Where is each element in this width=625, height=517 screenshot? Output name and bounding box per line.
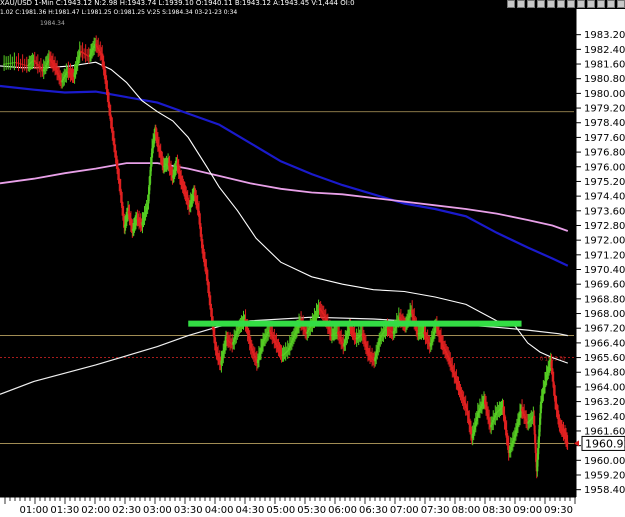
price-tick-label: 1981.60 [584, 60, 625, 71]
price-tick-label: 1973.60 [584, 206, 625, 217]
price-body [566, 442, 569, 444]
indicator-icon[interactable] [557, 0, 565, 8]
time-tick-label: 09:30 [544, 505, 573, 516]
price-body [36, 64, 39, 66]
time-tick-label: 05:00 [266, 505, 295, 516]
time-tick-label: 06:30 [359, 505, 388, 516]
zoom-icon[interactable] [517, 0, 525, 8]
price-tick-label: 1968.80 [584, 294, 625, 305]
settings-icon[interactable] [597, 0, 605, 8]
price-tick-label: 1974.40 [584, 192, 625, 203]
price-body [38, 65, 41, 68]
price-tick-label: 1977.60 [584, 133, 625, 144]
time-tick-label: 08:30 [482, 505, 511, 516]
price-body [33, 60, 36, 63]
price-body [9, 62, 12, 64]
price-body [7, 63, 10, 65]
price-tick-label: 1958.40 [584, 485, 625, 496]
grid-icon[interactable] [577, 0, 585, 8]
chart-window: 0 1965.70 1983.20 1982.40 1981.60 1980.80 19… [0, 0, 625, 517]
price-body [11, 62, 14, 64]
price-body [13, 62, 16, 64]
time-tick-label: 04:30 [236, 505, 265, 516]
plot-background [0, 0, 625, 517]
price-tick-label: 1964.00 [584, 382, 625, 393]
price-tick-label: 1969.60 [584, 280, 625, 291]
price-tick-label: 1980.80 [584, 74, 625, 85]
price-tick-label: 1976.00 [584, 162, 625, 173]
price-tick-label: 1968.00 [584, 309, 625, 320]
price-body [84, 53, 87, 55]
trend-line-icon[interactable] [537, 0, 545, 8]
price-tick-label: 1979.20 [584, 104, 625, 115]
text-tool-icon[interactable] [547, 0, 555, 8]
time-tick-label: 07:00 [390, 505, 419, 516]
price-body [15, 62, 18, 64]
time-axis[interactable]: 01:00 01:30 02:00 02:30 03:00 03:30 04:00 04:30… [0, 496, 625, 517]
price-tick-label: 1963.20 [584, 397, 625, 408]
price-tick-label: 1976.80 [584, 148, 625, 159]
price-tick-label: 1959.20 [584, 470, 625, 481]
time-tick-label: 01:00 [20, 505, 49, 516]
price-tick-label: 1965.60 [584, 353, 625, 364]
time-tick-label: 07:30 [421, 505, 450, 516]
price-tick-label: 1960.00 [584, 456, 625, 467]
price-tick-label: 1971.20 [584, 250, 625, 261]
price-body [39, 67, 42, 70]
price-body [19, 63, 22, 65]
price-tick-label: 1982.40 [584, 45, 625, 56]
price-chart[interactable]: 0 1965.70 1983.201982.401981.601980.8019… [0, 0, 625, 517]
price-tick-label: 1980.00 [584, 89, 625, 100]
draw-tool-icon[interactable] [507, 0, 515, 8]
time-tick-label: 04:00 [205, 505, 234, 516]
price-tick-label: 1964.80 [584, 368, 625, 379]
time-tick-label: 05:30 [297, 505, 326, 516]
title-bar: XAU/USD 1-Min C:1943.12 N:2.98 H:1943.74… [0, 0, 625, 9]
time-tick-label: 06:00 [328, 505, 357, 516]
price-tick-label: 1972.00 [584, 236, 625, 247]
time-tick-label: 03:30 [174, 505, 203, 516]
time-tick-label: 02:00 [81, 505, 110, 516]
price-tick-label: 1978.40 [584, 118, 625, 129]
symbol-info-text: XAU/USD 1-Min C:1943.12 N:2.98 H:1943.74… [0, 0, 355, 7]
price-body [35, 62, 38, 65]
ohlc-info-text: 1.02 C:1981.36 H:1981.47 L:1981.25 O:198… [0, 9, 238, 16]
price-body [83, 53, 86, 55]
price-tick-label: 1975.20 [584, 177, 625, 188]
price-tick-label: 1970.40 [584, 265, 625, 276]
time-tick-label: 09:00 [513, 505, 542, 516]
price-tick-label: 1966.40 [584, 338, 625, 349]
template-icon[interactable] [567, 0, 575, 8]
price-body [17, 62, 20, 64]
time-tick-label: 03:00 [143, 505, 172, 516]
window-close-icon[interactable] [617, 0, 625, 8]
price-tick-label: 1967.20 [584, 324, 625, 335]
last-price-label: 1960.92 [585, 437, 625, 450]
price-body [5, 63, 8, 65]
price-body [23, 64, 26, 66]
price-tick-label: 1972.80 [584, 221, 625, 232]
price-tick-label: 1983.20 [584, 30, 625, 41]
last-price-marker: 1960.92 [574, 435, 625, 451]
toolbar [507, 0, 625, 9]
price-body [80, 51, 83, 53]
crosshair-label: 1984.34 [40, 20, 65, 27]
price-body [3, 63, 6, 65]
price-body [81, 52, 84, 54]
price-tick-label: 1961.60 [584, 426, 625, 437]
time-tick-label: 01:30 [50, 505, 79, 516]
time-tick-label: 08:00 [452, 505, 481, 516]
price-body [86, 54, 89, 56]
print-icon[interactable] [587, 0, 595, 8]
time-tick-label: 02:30 [112, 505, 141, 516]
expand-icon[interactable] [607, 0, 615, 8]
price-body [21, 64, 24, 66]
price-tick-label: 1962.40 [584, 412, 625, 423]
cursor-icon[interactable] [527, 0, 535, 8]
